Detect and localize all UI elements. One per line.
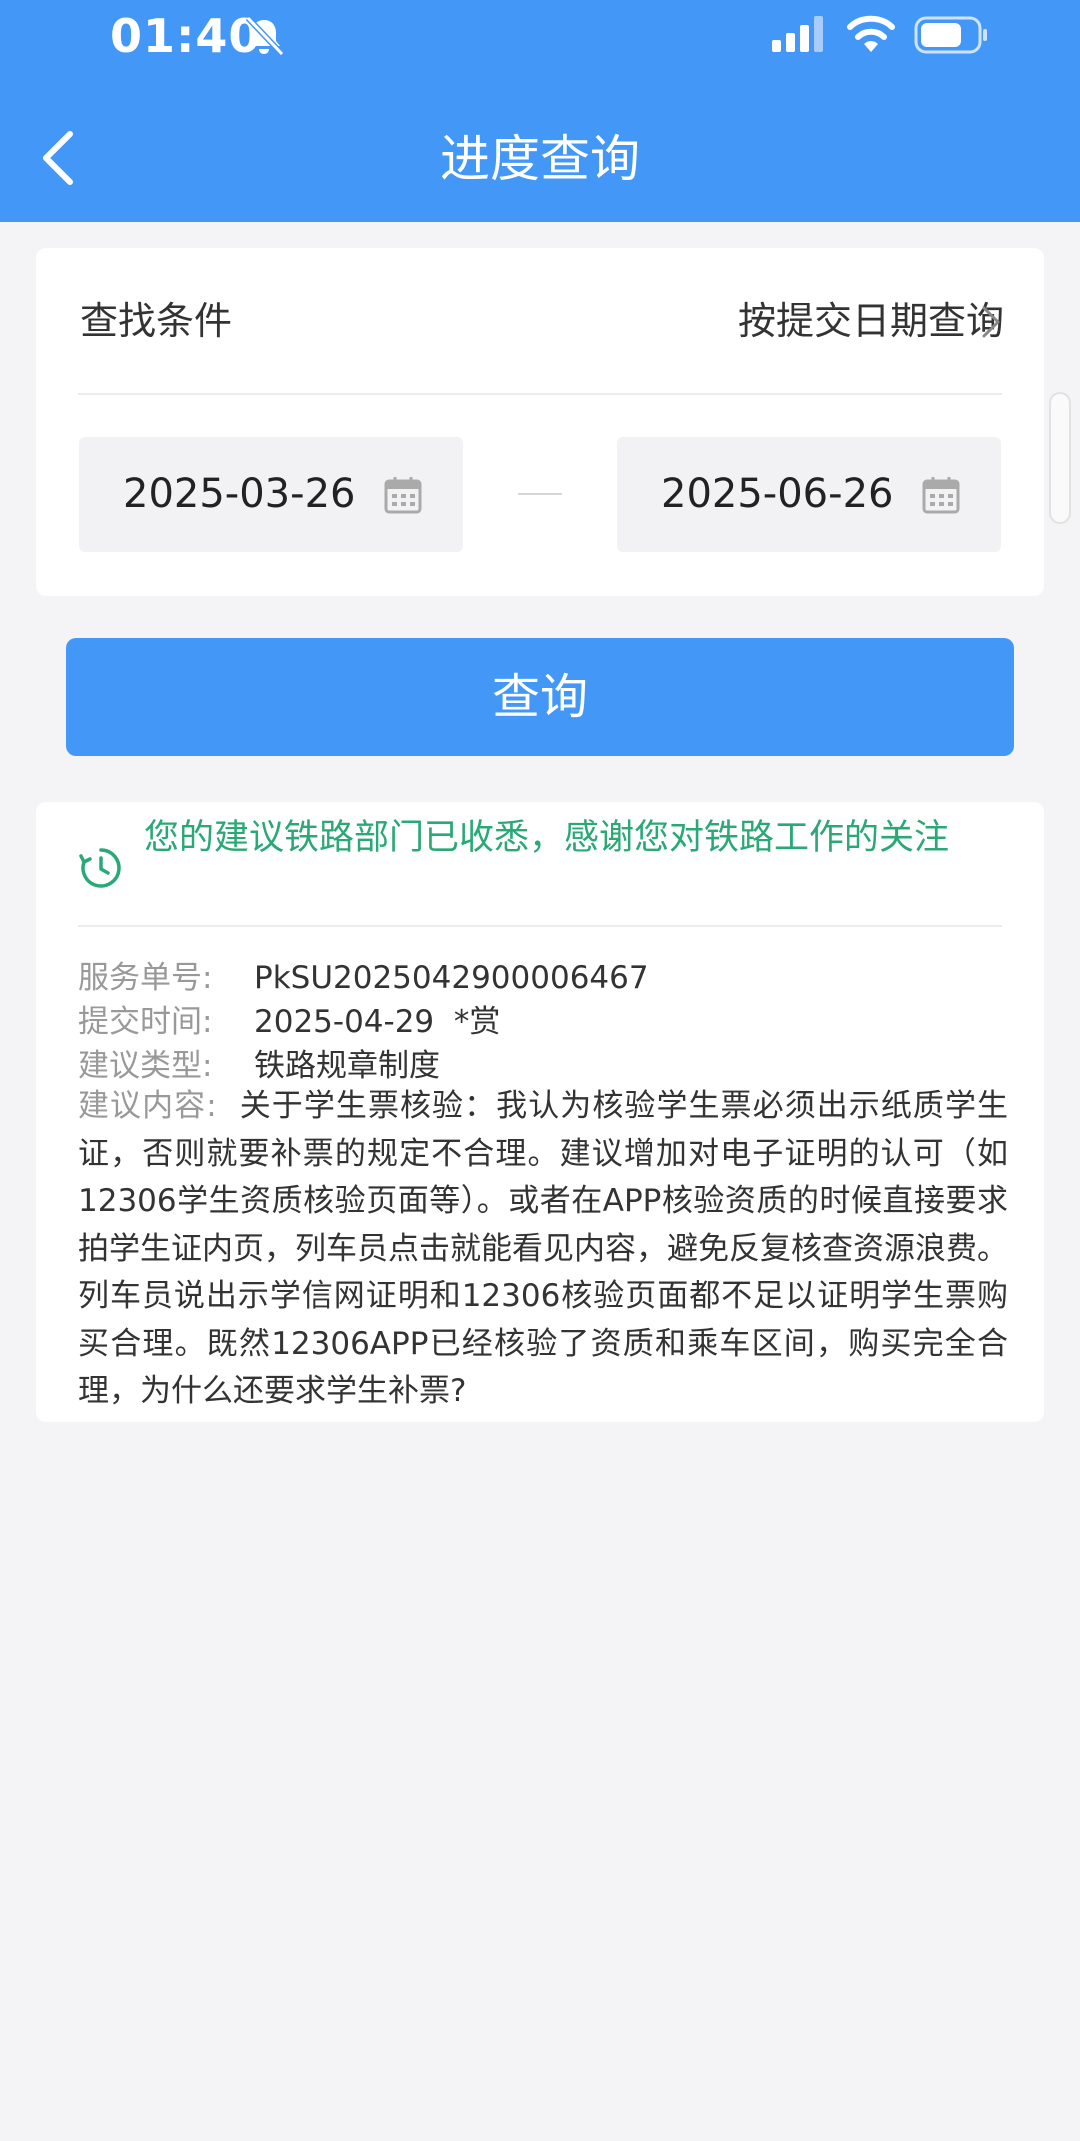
status-time: 01:40 xyxy=(110,9,262,63)
scrollbar[interactable] xyxy=(1049,392,1071,524)
suggestion-content-text: 关于学生票核验：我认为核验学生票必须出示纸质学生证，否则就要补票的规定不合理。建… xyxy=(78,1088,1008,1409)
calendar-icon xyxy=(384,477,422,514)
service-number-value: PkSU2025042900006467 xyxy=(254,960,649,996)
submit-time-value: 2025-04-29 *赏 xyxy=(254,1004,501,1040)
suggestion-type-value: 铁路规章制度 xyxy=(254,1048,440,1084)
date-range-separator xyxy=(518,493,562,495)
end-date-value: 2025-06-26 xyxy=(661,471,894,517)
filter-divider xyxy=(78,393,1002,395)
page-title: 进度查询 xyxy=(440,130,640,188)
result-divider xyxy=(78,925,1002,927)
clock-icon xyxy=(79,848,121,888)
submit-time-label: 提交时间: xyxy=(78,1004,213,1040)
suggestion-type-label: 建议类型: xyxy=(78,1048,213,1084)
chevron-right-icon[interactable] xyxy=(980,304,1002,340)
filter-label: 查找条件 xyxy=(80,299,233,343)
suggestion-content: 建议内容: 关于学生票核验：我认为核验学生票必须出示纸质学生证，否则就要补票的规定… xyxy=(78,1083,1008,1416)
header-bar: 01:40 进度查询 xyxy=(0,0,1080,222)
start-date-value: 2025-03-26 xyxy=(123,471,356,517)
status-message: 您的建议铁路部门已收悉，感谢您对铁路工作的关注 xyxy=(144,818,950,858)
filter-option-button[interactable]: 按提交日期查询 xyxy=(738,296,1004,346)
calendar-icon xyxy=(922,477,960,514)
battery-icon xyxy=(914,16,987,54)
service-number-label: 服务单号: xyxy=(78,960,213,996)
end-date-picker[interactable]: 2025-06-26 xyxy=(617,437,1001,552)
suggestion-content-label: 建议内容: xyxy=(78,1088,217,1124)
start-date-picker[interactable]: 2025-03-26 xyxy=(79,437,463,552)
wifi-icon xyxy=(847,15,895,52)
bell-off-icon xyxy=(245,15,285,57)
signal-icon xyxy=(772,16,823,52)
query-button[interactable]: 查询 xyxy=(66,638,1014,756)
